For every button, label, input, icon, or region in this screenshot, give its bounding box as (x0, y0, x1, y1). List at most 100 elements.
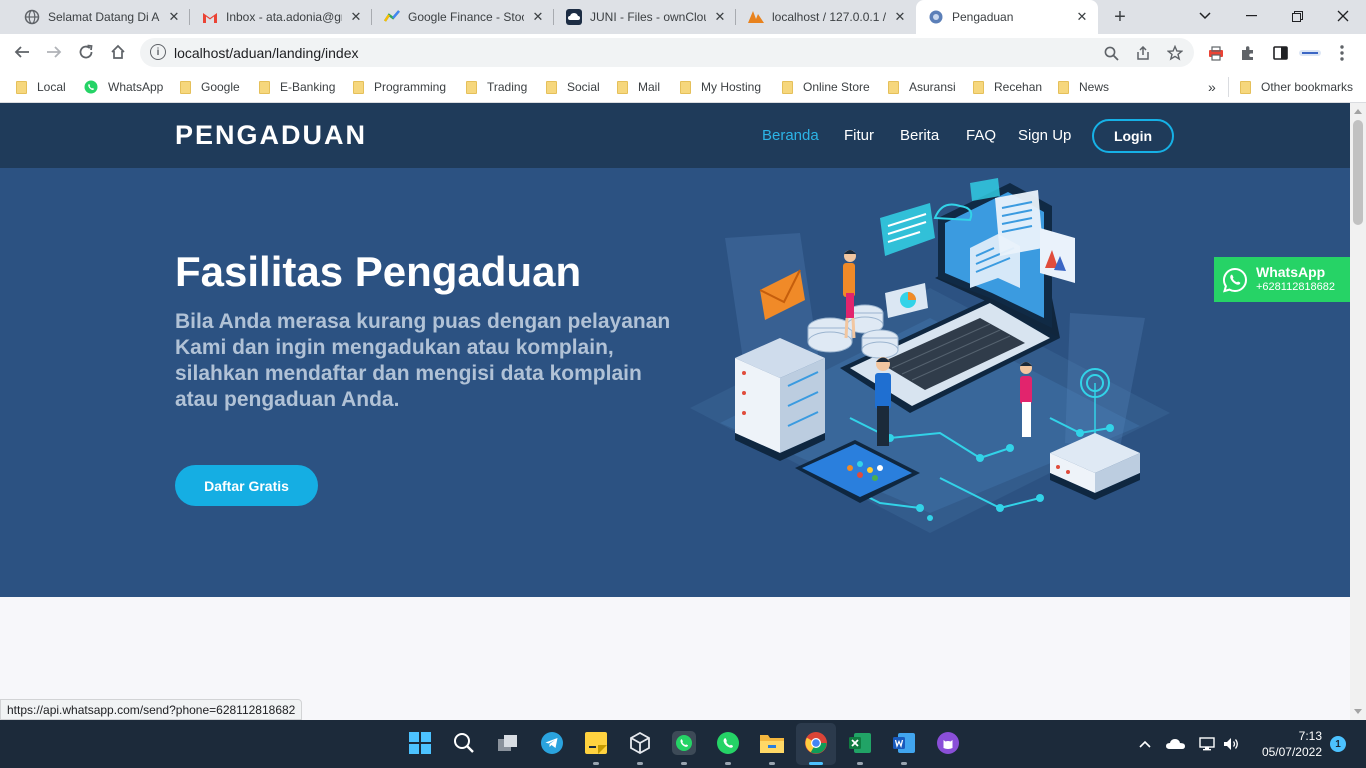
tab-google-finance[interactable]: Google Finance - Stoc ✕ (372, 0, 554, 34)
hero-illustration (690, 178, 1170, 533)
back-button[interactable] (8, 38, 36, 66)
link-status-bar: https://api.whatsapp.com/send?phone=6281… (0, 699, 303, 720)
tab-search-button[interactable] (1182, 0, 1228, 32)
whatsapp-icon[interactable] (715, 730, 741, 756)
page-scrollbar[interactable] (1350, 103, 1366, 720)
bookmarks-overflow-button[interactable]: » (1208, 77, 1216, 97)
share-icon[interactable] (1132, 42, 1154, 64)
whatsapp-desktop-icon[interactable] (671, 730, 697, 756)
word-icon[interactable] (891, 730, 917, 756)
start-button[interactable] (407, 730, 433, 756)
phpmyadmin-icon (748, 9, 764, 25)
address-url[interactable]: localhost/aduan/landing/index (174, 45, 358, 61)
new-tab-button[interactable]: + (1106, 3, 1134, 31)
home-button[interactable] (104, 38, 132, 66)
nav-sign-up[interactable]: Sign Up (1018, 127, 1071, 144)
tab-strip: Selamat Datang Di Ap ✕ Inbox - ata.adoni… (0, 0, 1366, 34)
telegram-icon[interactable] (539, 730, 565, 756)
address-bar[interactable]: i localhost/aduan/landing/index (140, 38, 1194, 67)
tab-label: Pengaduan (952, 10, 1014, 24)
minimize-button[interactable] (1228, 0, 1274, 32)
chevron-up-icon[interactable] (1137, 734, 1153, 754)
bookmark-social[interactable]: Social (546, 77, 600, 97)
globe-icon (24, 9, 40, 25)
bookmark-mail[interactable]: Mail (617, 77, 660, 97)
browser-toolbar: i localhost/aduan/landing/index (0, 34, 1366, 71)
close-icon[interactable]: ✕ (712, 9, 728, 25)
nav-faq[interactable]: FAQ (966, 127, 996, 144)
extension-print-icon[interactable] (1205, 42, 1227, 64)
close-icon[interactable]: ✕ (1074, 9, 1090, 25)
bookmark-online-store[interactable]: Online Store (782, 77, 870, 97)
profile-avatar[interactable] (1299, 42, 1321, 64)
extensions-puzzle-icon[interactable] (1237, 42, 1259, 64)
excel-icon[interactable] (847, 730, 873, 756)
search-icon[interactable] (451, 730, 477, 756)
tab-gmail[interactable]: Inbox - ata.adonia@gr ✕ (190, 0, 372, 34)
notification-badge[interactable]: 1 (1330, 736, 1346, 752)
forward-button[interactable] (40, 38, 68, 66)
close-icon[interactable]: ✕ (348, 9, 364, 25)
daftar-gratis-button[interactable]: Daftar Gratis (175, 465, 318, 506)
tab-phpmyadmin[interactable]: localhost / 127.0.0.1 / ✕ (736, 0, 916, 34)
volume-icon[interactable] (1222, 734, 1240, 754)
scroll-up-arrow[interactable] (1354, 109, 1362, 114)
system-clock[interactable]: 7:13 05/07/2022 (1252, 728, 1322, 760)
task-view-icon[interactable] (495, 730, 521, 756)
whatsapp-floating-button[interactable]: WhatsApp +628112818682 (1214, 257, 1350, 302)
close-icon[interactable]: ✕ (530, 9, 546, 25)
owncloud-icon (566, 9, 582, 25)
site-info-icon[interactable]: i (150, 44, 166, 60)
side-panel-icon[interactable] (1269, 42, 1291, 64)
bookmark-programming[interactable]: Programming (353, 77, 446, 97)
tab-label: Google Finance - Stoc (408, 10, 524, 24)
restore-button[interactable] (1274, 0, 1320, 32)
menu-kebab-icon[interactable] (1331, 42, 1353, 64)
bookmark-google[interactable]: Google (180, 77, 240, 97)
web-page: PENGADUAN Beranda Fitur Berita FAQ Sign … (0, 103, 1350, 720)
reload-button[interactable] (72, 38, 100, 66)
zoom-icon[interactable] (1100, 42, 1122, 64)
bookmark-recehan[interactable]: Recehan (973, 77, 1042, 97)
virtualbox-icon[interactable] (627, 730, 653, 756)
bookmark-other-bookmarks[interactable]: Other bookmarks (1240, 77, 1353, 97)
bookmark-divider (1228, 77, 1229, 97)
bookmark-e-banking[interactable]: E-Banking (259, 77, 335, 97)
nav-fitur[interactable]: Fitur (844, 127, 874, 144)
nav-beranda[interactable]: Beranda (762, 127, 819, 144)
folder-icon (353, 80, 364, 94)
onedrive-cloud-icon[interactable] (1165, 734, 1187, 754)
folder-icon (466, 80, 477, 94)
sticky-notes-icon[interactable] (583, 730, 609, 756)
folder-icon (1240, 80, 1251, 94)
bookmark-star-icon[interactable] (1164, 42, 1186, 64)
github-desktop-icon[interactable] (935, 730, 961, 756)
scroll-down-arrow[interactable] (1354, 709, 1362, 714)
folder-icon (180, 80, 191, 94)
chrome-icon[interactable] (803, 730, 829, 756)
bookmark-asuransi[interactable]: Asuransi (888, 77, 956, 97)
tab-owncloud[interactable]: JUNI - Files - ownClou ✕ (554, 0, 736, 34)
bookmark-trading[interactable]: Trading (466, 77, 527, 97)
tab-label: JUNI - Files - ownClou (590, 10, 706, 24)
close-icon[interactable]: ✕ (892, 9, 908, 25)
scrollbar-thumb[interactable] (1353, 120, 1363, 225)
whatsapp-icon (84, 80, 98, 94)
folder-icon (16, 80, 27, 94)
hero-subtitle: Bila Anda merasa kurang puas dengan pela… (175, 310, 671, 411)
tab-pengaduan[interactable]: Pengaduan ✕ (916, 0, 1098, 34)
folder-icon (617, 80, 628, 94)
bookmark-whatsapp[interactable]: WhatsApp (84, 77, 163, 97)
bookmark-local[interactable]: Local (16, 77, 66, 97)
tab-selamat-datang[interactable]: Selamat Datang Di Ap ✕ (12, 0, 190, 34)
nav-berita[interactable]: Berita (900, 127, 939, 144)
login-button[interactable]: Login (1092, 119, 1174, 153)
folder-icon (259, 80, 270, 94)
site-brand[interactable]: PENGADUAN (175, 120, 367, 151)
close-window-button[interactable] (1320, 0, 1366, 32)
bookmark-my-hosting[interactable]: My Hosting (680, 77, 761, 97)
network-icon[interactable] (1198, 734, 1216, 754)
file-explorer-icon[interactable] (759, 730, 785, 756)
bookmark-news[interactable]: News (1058, 77, 1109, 97)
close-icon[interactable]: ✕ (166, 9, 182, 25)
